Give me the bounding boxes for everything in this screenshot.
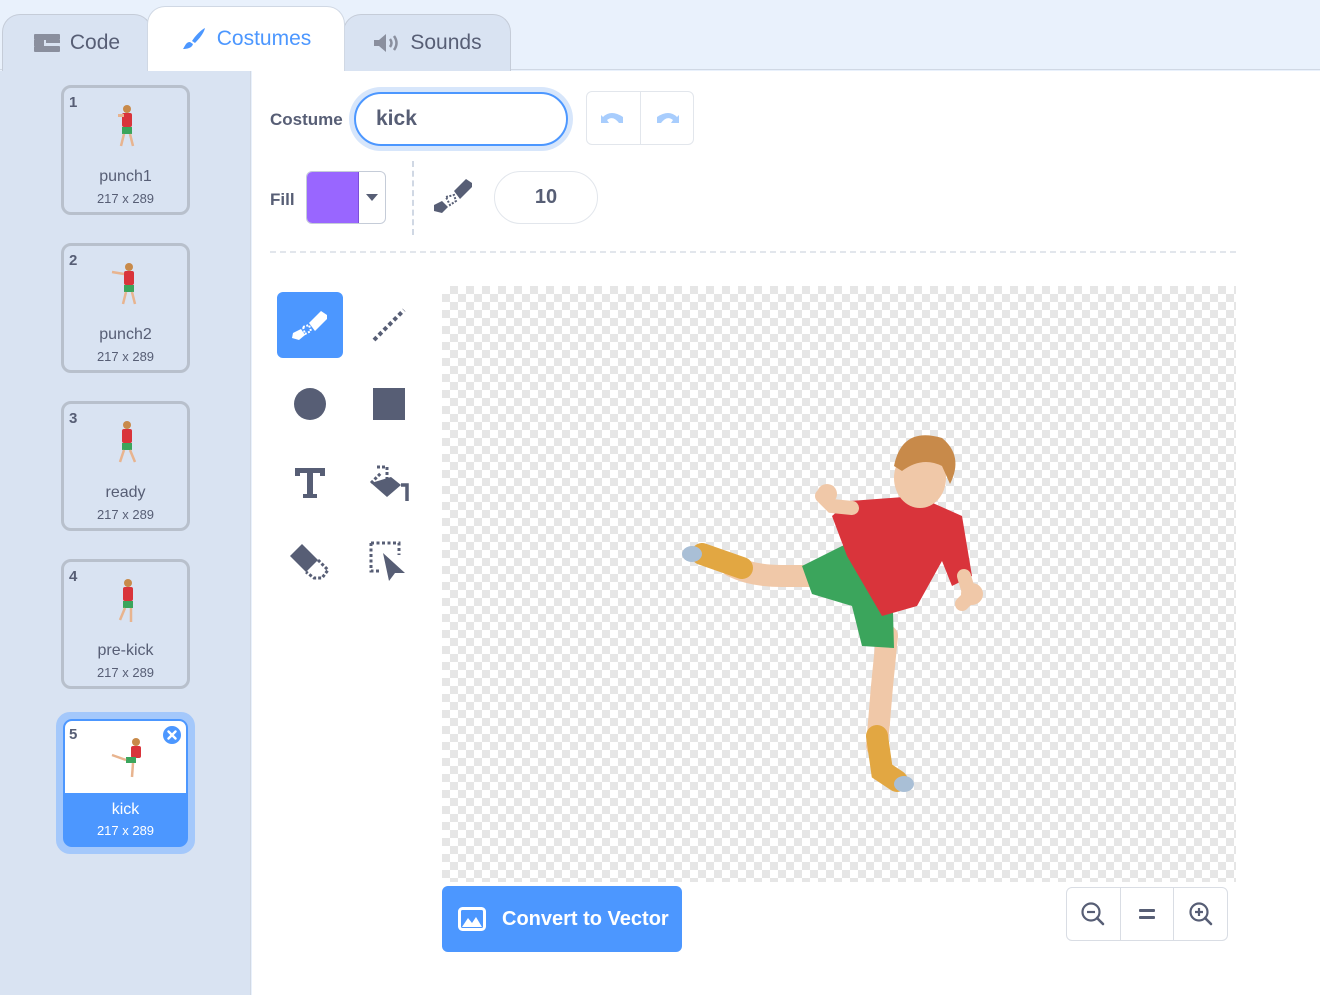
tab-costumes-label: Costumes bbox=[216, 27, 312, 50]
costume-name: punch1 bbox=[99, 168, 152, 185]
costume-thumbnail bbox=[111, 263, 137, 305]
tab-sounds[interactable]: Sounds bbox=[343, 14, 511, 71]
divider bbox=[412, 161, 414, 235]
brush-size-input[interactable] bbox=[494, 171, 598, 224]
costume-editor-app: Code Costumes Sounds 1 punch1 217 x 289 … bbox=[0, 0, 1320, 995]
toolbar-divider bbox=[270, 251, 1236, 253]
line-tool-button[interactable] bbox=[356, 292, 422, 358]
rectangle-tool-button[interactable] bbox=[356, 371, 422, 437]
costume-name: ready bbox=[105, 484, 146, 501]
fill-tool-button[interactable] bbox=[356, 450, 422, 516]
circle-tool-button[interactable] bbox=[277, 371, 343, 437]
costume-item[interactable]: 2 punch2 217 x 289 bbox=[61, 243, 190, 373]
eraser-tool-button[interactable] bbox=[277, 529, 343, 595]
costume-size: 217 x 289 bbox=[96, 665, 155, 680]
tab-bar: Code Costumes Sounds bbox=[0, 0, 1320, 71]
brush-size-icon bbox=[434, 179, 472, 213]
costume-name-input[interactable] bbox=[354, 92, 568, 146]
code-blocks-icon bbox=[33, 34, 60, 52]
costume-number: 4 bbox=[69, 568, 78, 585]
text-tool-button[interactable] bbox=[277, 450, 343, 516]
delete-costume-button[interactable] bbox=[161, 724, 183, 746]
costume-item[interactable]: 4 pre-kick 217 x 289 bbox=[61, 559, 190, 689]
tab-code-label: Code bbox=[69, 31, 121, 54]
zoom-in-icon bbox=[1189, 902, 1212, 926]
costume-thumbnail bbox=[118, 421, 137, 463]
costume-number: 5 bbox=[69, 726, 78, 743]
circle-icon bbox=[294, 388, 326, 420]
image-icon bbox=[458, 907, 486, 931]
zoom-out-icon bbox=[1081, 902, 1105, 926]
undo-redo-group bbox=[586, 91, 694, 145]
brush-icon bbox=[292, 311, 327, 340]
drawing-canvas[interactable] bbox=[442, 286, 1236, 882]
costume-item[interactable]: 1 punch1 217 x 289 bbox=[61, 85, 190, 215]
undo-button[interactable] bbox=[587, 92, 640, 144]
fill-color-picker[interactable] bbox=[306, 171, 386, 224]
fill-bucket-icon bbox=[369, 465, 409, 501]
costume-name: punch2 bbox=[99, 326, 152, 343]
zoom-controls bbox=[1066, 887, 1228, 941]
brush-tool-button[interactable] bbox=[277, 292, 343, 358]
convert-to-vector-button[interactable]: Convert to Vector bbox=[442, 886, 682, 952]
close-icon bbox=[167, 730, 177, 740]
undo-icon bbox=[601, 113, 624, 123]
zoom-reset-icon bbox=[1139, 909, 1155, 919]
select-icon bbox=[369, 541, 405, 581]
costume-name-label: Costume bbox=[270, 110, 343, 129]
costume-thumbnail bbox=[111, 738, 141, 778]
tab-code[interactable]: Code bbox=[2, 14, 152, 71]
tab-sounds-label: Sounds bbox=[410, 31, 482, 54]
select-tool-button[interactable] bbox=[356, 529, 422, 595]
costume-item-selected[interactable]: 5 kick 217 x 289 bbox=[56, 712, 195, 854]
costume-number: 3 bbox=[69, 410, 78, 427]
costume-card: 5 kick 217 x 289 bbox=[63, 719, 188, 847]
kick-sprite-image bbox=[682, 435, 983, 792]
line-icon bbox=[372, 308, 406, 342]
costume-number: 2 bbox=[69, 252, 78, 269]
costume-name: kick bbox=[111, 801, 140, 818]
convert-to-vector-label: Convert to Vector bbox=[502, 907, 669, 930]
costume-size: 217 x 289 bbox=[96, 507, 155, 522]
costume-name: pre-kick bbox=[97, 642, 154, 659]
text-icon bbox=[295, 468, 325, 498]
rectangle-icon bbox=[373, 388, 405, 420]
tab-costumes[interactable]: Costumes bbox=[147, 6, 345, 71]
costume-size: 217 x 289 bbox=[96, 823, 155, 838]
costume-size: 217 x 289 bbox=[96, 191, 155, 206]
speaker-icon bbox=[372, 33, 400, 53]
costume-size: 217 x 289 bbox=[96, 349, 155, 364]
zoom-out-button[interactable] bbox=[1067, 888, 1120, 940]
costume-thumbnail bbox=[118, 105, 135, 147]
costume-item[interactable]: 3 ready 217 x 289 bbox=[61, 401, 190, 531]
chevron-down-icon bbox=[359, 172, 385, 223]
eraser-icon bbox=[290, 544, 330, 580]
costume-number: 1 bbox=[69, 94, 78, 111]
costume-list: 1 punch1 217 x 289 2 punch2 217 x 289 3 … bbox=[0, 71, 251, 995]
zoom-in-button[interactable] bbox=[1173, 888, 1227, 940]
zoom-reset-button[interactable] bbox=[1119, 888, 1174, 940]
paint-editor: Costume Fill bbox=[252, 71, 1320, 995]
fill-label: Fill bbox=[270, 190, 295, 209]
redo-button[interactable] bbox=[639, 92, 694, 144]
costume-thumbnail bbox=[118, 579, 133, 622]
redo-icon bbox=[656, 113, 679, 123]
paintbrush-icon bbox=[181, 26, 207, 52]
fill-color-swatch bbox=[307, 172, 359, 223]
